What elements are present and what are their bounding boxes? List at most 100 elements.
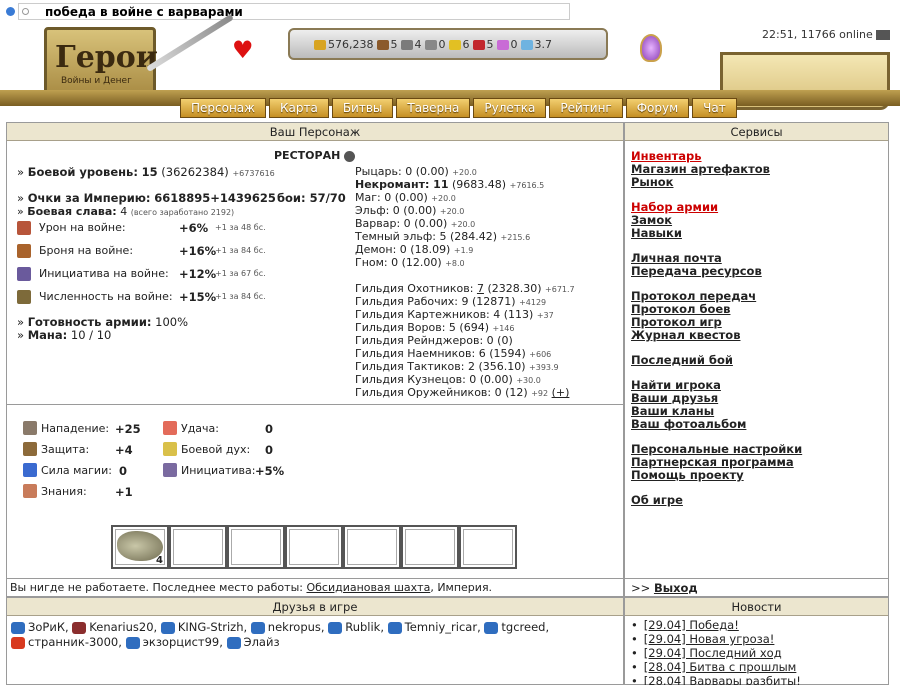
service-link[interactable]: Ваш фотоальбом xyxy=(631,418,802,431)
news-link[interactable]: [29.04] Последний ход xyxy=(644,646,782,660)
nav-item[interactable]: Чат xyxy=(692,98,737,118)
service-link[interactable]: Об игре xyxy=(631,494,802,507)
battles-count: бои: 57/70 xyxy=(277,191,346,205)
army-slot[interactable] xyxy=(401,525,459,569)
friend-item: экзорцист99 xyxy=(125,635,220,649)
resource-item: 6 xyxy=(448,38,470,51)
news-list: [29.04] Победа![29.04] Новая угроза![29.… xyxy=(625,616,888,685)
friend-item: nekropus xyxy=(250,620,321,634)
service-link[interactable]: Рынок xyxy=(631,176,802,189)
faction-detail: (9683.48) xyxy=(452,178,507,191)
friend-link[interactable]: экзорцист99 xyxy=(143,635,220,649)
potion-icon[interactable] xyxy=(640,34,662,62)
service-link[interactable]: Помощь проекту xyxy=(631,469,802,482)
resource-value: 6 xyxy=(462,38,470,51)
resource-value: 0 xyxy=(510,38,518,51)
war-bonus-label: Броня на войне: xyxy=(39,244,134,257)
army-slot[interactable] xyxy=(169,525,227,569)
glory-label: Боевая слава: xyxy=(27,205,117,218)
resource-value: 3.7 xyxy=(534,38,553,51)
war-bonus-label: Урон на войне: xyxy=(39,221,126,234)
faction-gain: +7616.5 xyxy=(509,181,545,190)
sword-icon xyxy=(146,13,234,73)
combat-level-gain: +6737616 xyxy=(232,169,275,178)
news-link[interactable]: [29.04] Новая угроза! xyxy=(644,632,775,646)
damage-icon xyxy=(17,221,31,235)
army-slot[interactable]: 4 xyxy=(111,525,169,569)
nav-item[interactable]: Форум xyxy=(625,98,690,118)
guild-expand-link[interactable]: (+) xyxy=(552,386,570,399)
nav-item[interactable]: Рулетка xyxy=(473,98,547,118)
friend-link[interactable]: странник-3000 xyxy=(28,635,118,649)
faction-gain: +20.0 xyxy=(452,168,477,177)
friend-link[interactable]: ЗоРиК xyxy=(28,620,65,634)
services-title: Сервисы xyxy=(625,123,888,141)
army-slot[interactable] xyxy=(343,525,401,569)
guild-level-link[interactable]: 7 xyxy=(477,282,484,295)
online-icon xyxy=(875,30,890,40)
guild-row: Гильдия Рейнджеров: 0 (0) xyxy=(355,334,513,347)
service-link[interactable]: Последний бой xyxy=(631,354,802,367)
guild-gain: +393.9 xyxy=(529,363,559,372)
army-ready-label: Готовность армии: xyxy=(27,315,152,329)
news-link[interactable]: [29.04] Победа! xyxy=(644,618,739,632)
guild-gain: +37 xyxy=(536,311,554,320)
faction-row: Эльф: 0 (0.00) +20.0 xyxy=(355,204,464,217)
war-bonus-note: +1 за 84 бс. xyxy=(215,292,266,301)
heart-icon[interactable]: ♥ xyxy=(232,36,254,64)
game-logo[interactable]: Герои Войны и Денег xyxy=(44,27,158,97)
gold-icon xyxy=(314,39,326,50)
nav-item[interactable]: Персонаж xyxy=(180,98,266,118)
clan-flag-icon xyxy=(125,636,140,649)
war-bonus-label: Инициатива на войне: xyxy=(39,267,169,280)
army-slot[interactable] xyxy=(227,525,285,569)
friend-item: KING-Strizh xyxy=(160,620,244,634)
service-link[interactable]: Передача ресурсов xyxy=(631,265,802,278)
location-label: РЕСТОРАН xyxy=(274,149,356,162)
guild-row: Гильдия Тактиков: 2 (356.10) +393.9 xyxy=(355,360,559,373)
nav-item[interactable]: Таверна xyxy=(396,98,471,118)
time-online: 22:51, 11766 online xyxy=(762,28,890,41)
stat-label: Знания: xyxy=(41,485,87,498)
stat-value: +5% xyxy=(255,464,285,478)
news-link[interactable]: [28.04] Варвары разбиты! xyxy=(644,674,801,685)
friend-link[interactable]: Temniy_ricar xyxy=(405,620,477,634)
friend-link[interactable]: KING-Strizh xyxy=(178,620,244,634)
news-item: [29.04] Новая угроза! xyxy=(631,632,888,646)
location-text: РЕСТОРАН xyxy=(274,149,341,162)
initiative-icon xyxy=(17,267,31,281)
friend-link[interactable]: Элайз xyxy=(244,635,280,649)
guild-gain: +671.7 xyxy=(545,285,575,294)
services-panel: Сервисы Инвентарь Магазин артефактов Рынок… xyxy=(624,122,889,597)
service-link[interactable]: Навыки xyxy=(631,227,802,240)
diamond-icon xyxy=(520,39,533,50)
search-input[interactable]: победа в войне с варварами xyxy=(18,3,570,20)
character-panel: Ваш Персонаж РЕСТОРАН » Боевой уровень: … xyxy=(6,122,624,597)
faction-row: Темный эльф: 5 (284.42) +215.6 xyxy=(355,230,530,243)
news-link[interactable]: [28.04] Битва с прошлым xyxy=(644,660,797,674)
friend-link[interactable]: nekropus xyxy=(268,620,321,634)
work-divider xyxy=(7,578,623,579)
guild-row: Гильдия Наемников: 6 (1594) +606 xyxy=(355,347,551,360)
morale-icon xyxy=(163,442,177,456)
faction-gain: +215.6 xyxy=(500,233,531,242)
service-link[interactable]: Журнал квестов xyxy=(631,329,802,342)
friend-link[interactable]: tgcreed xyxy=(501,620,545,634)
nav-item[interactable]: Битвы xyxy=(331,98,394,118)
nav-item[interactable]: Рейтинг xyxy=(549,98,623,118)
faction-row: Демон: 0 (18.09) +1.9 xyxy=(355,243,473,256)
stat-value: +4 xyxy=(115,443,133,457)
friend-link[interactable]: Kenarius20 xyxy=(89,620,153,634)
guild-row: Гильдия Картежников: 4 (113) +37 xyxy=(355,308,554,321)
army-slot[interactable] xyxy=(285,525,343,569)
work-place-link[interactable]: Обсидиановая шахта xyxy=(306,581,430,594)
stat-value: 0 xyxy=(265,443,274,457)
nav-item[interactable]: Карта xyxy=(268,98,329,118)
army-slot[interactable] xyxy=(459,525,517,569)
glory-value: 4 xyxy=(120,205,128,218)
friend-link[interactable]: Rublik xyxy=(345,620,380,634)
resources-panel: 576,238 5 4 0 6 5 0 3.7 xyxy=(288,28,608,60)
combat-level-value: 15 xyxy=(141,165,158,179)
armor-icon xyxy=(17,244,31,258)
exit-link[interactable]: Выход xyxy=(654,581,698,595)
